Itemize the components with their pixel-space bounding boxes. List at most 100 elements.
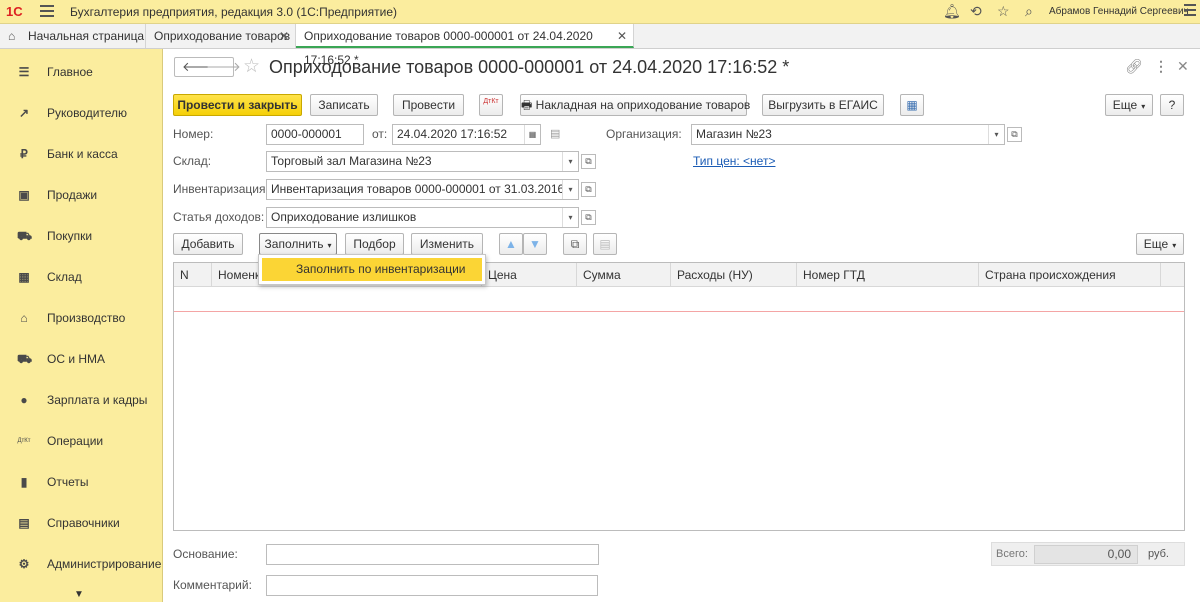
favorites-icon[interactable]: ☆ — [997, 3, 1010, 20]
comment-label: Комментарий: — [173, 578, 252, 592]
favorite-star-icon[interactable]: ☆ — [243, 55, 260, 78]
sidebar-item-manager[interactable]: ↗ Руководителю — [0, 98, 162, 128]
save-button[interactable]: Записать — [310, 94, 378, 116]
calendar-icon[interactable]: ▦ — [524, 125, 540, 144]
chevron-down-icon[interactable]: ▾ — [562, 208, 578, 227]
forward-arrow-icon[interactable]: 🡒 — [206, 59, 241, 75]
tab-receipts-list[interactable]: Оприходование товаров ✕ — [146, 24, 296, 48]
currency-label: руб. — [1148, 548, 1169, 560]
goods-table[interactable]: N Номенк Цена Сумма Расходы (НУ) Номер Г… — [173, 262, 1185, 531]
comment-field[interactable] — [266, 575, 598, 596]
table-more-button[interactable]: Еще ▾ — [1136, 233, 1184, 255]
sidebar-item-operations[interactable]: ДтКт Операции — [0, 426, 162, 456]
column-header[interactable]: Расходы (НУ) — [671, 263, 797, 287]
tab-home[interactable]: ⌂ Начальная страница — [0, 24, 146, 48]
open-icon[interactable]: ⧉ — [1007, 127, 1022, 142]
more-button[interactable]: Еще ▾ — [1105, 94, 1153, 116]
basis-field[interactable] — [266, 544, 599, 565]
warehouse-label: Склад: — [173, 154, 212, 168]
sidebar-item-label: Главное — [47, 65, 93, 79]
document-icon[interactable]: ▤ — [550, 127, 560, 140]
upload-egais-button[interactable]: Выгрузить в ЕГАИС — [762, 94, 884, 116]
number-field[interactable]: 0000-000001 — [266, 124, 364, 145]
tab-receipt-document[interactable]: Оприходование товаров 0000-000001 от 24.… — [296, 24, 634, 67]
more-vertical-icon[interactable]: ⋮ — [1154, 58, 1168, 75]
chevron-down-icon[interactable]: ▾ — [562, 152, 578, 171]
dtkt-button[interactable]: ДтКт — [479, 94, 503, 116]
search-icon[interactable]: ⌕ — [1025, 3, 1033, 20]
inventory-field[interactable]: Инвентаризация товаров 0000-000001 от 31… — [266, 179, 579, 200]
total-value: 0,00 — [1034, 545, 1138, 564]
sidebar-item-warehouse[interactable]: ▦ Склад — [0, 262, 162, 292]
total-panel: Всего: 0,00 руб. — [991, 542, 1185, 566]
sidebar-item-label: Руководителю — [47, 106, 128, 120]
copy-rows-icon[interactable]: ⧉ — [563, 233, 587, 255]
change-button[interactable]: Изменить — [411, 233, 483, 255]
income-item-field[interactable]: Оприходование излишков ▾ — [266, 207, 579, 228]
history-icon[interactable]: ⟲ — [970, 3, 982, 20]
ruble-icon: ₽ — [20, 147, 28, 161]
menu-icon: ☰ — [18, 65, 30, 79]
settings-menu-icon[interactable] — [1184, 4, 1196, 19]
link-icon[interactable]: 🔗︎ — [1125, 58, 1143, 75]
chevron-down-icon[interactable]: ▾ — [988, 125, 1004, 144]
sidebar-item-directories[interactable]: ▤ Справочники — [0, 508, 162, 538]
sidebar-item-label: Банк и касса — [47, 147, 118, 161]
close-icon[interactable]: ✕ — [279, 24, 289, 48]
structure-icon[interactable]: ▦ — [900, 94, 924, 116]
title-bar: 1С Бухгалтерия предприятия, редакция 3.0… — [0, 0, 1200, 24]
chevron-down-icon: ▾ — [1172, 241, 1177, 250]
main-menu-icon[interactable] — [40, 5, 54, 17]
column-header[interactable]: Цена — [482, 263, 577, 287]
date-field[interactable]: 24.04.2020 17:16:52 ▦ — [392, 124, 541, 145]
sidebar-item-sales[interactable]: ▣ Продажи — [0, 180, 162, 210]
sidebar-item-main[interactable]: ☰ Главное — [0, 57, 162, 87]
book-icon: ▤ — [18, 516, 30, 530]
sidebar-item-admin[interactable]: ⚙ Администрирование — [0, 549, 162, 579]
sidebar-item-production[interactable]: ⌂ Производство — [0, 303, 162, 333]
scroll-down-icon[interactable]: ▼ — [74, 589, 84, 600]
help-button[interactable]: ? — [1160, 94, 1184, 116]
sidebar-item-label: Операции — [47, 434, 104, 448]
sidebar-item-label: Зарплата и кадры — [47, 393, 148, 407]
sidebar-item-assets[interactable]: ⛟ ОС и НМА — [0, 344, 162, 374]
open-icon[interactable]: ⧉ — [581, 182, 596, 197]
print-waybill-button[interactable]: 🖶︎ Накладная на оприходование товаров — [520, 94, 750, 116]
post-and-close-button[interactable]: Провести и закрыть — [173, 94, 302, 116]
print-waybill-label: Накладная на оприходование товаров — [535, 98, 751, 112]
pick-button[interactable]: Подбор — [345, 233, 404, 255]
sidebar-item-label: Склад — [47, 270, 82, 284]
column-header[interactable]: Сумма — [577, 263, 671, 287]
app-title: Бухгалтерия предприятия, редакция 3.0 (1… — [70, 5, 398, 19]
organization-value: Магазин №23 — [696, 127, 772, 141]
sidebar-item-purchases[interactable]: ⛟ Покупки — [0, 221, 162, 251]
warehouse-field[interactable]: Торговый зал Магазина №23 ▾ — [266, 151, 579, 172]
more-label: Еще — [1143, 237, 1169, 251]
paste-rows-icon[interactable]: ▤ — [593, 233, 617, 255]
income-item-label: Статья доходов: — [173, 210, 265, 224]
sidebar-item-label: Администрирование — [47, 557, 162, 571]
sidebar-item-reports[interactable]: ▮ Отчеты — [0, 467, 162, 497]
column-header[interactable]: N — [174, 263, 212, 287]
close-icon[interactable]: ✕ — [1177, 58, 1189, 75]
post-button[interactable]: Провести — [393, 94, 464, 116]
move-down-icon[interactable]: ▼ — [523, 233, 547, 255]
price-type-link[interactable]: Тип цен: <нет> — [693, 154, 775, 168]
chevron-down-icon[interactable]: ▾ — [562, 180, 578, 199]
sidebar-item-bank[interactable]: ₽ Банк и касса — [0, 139, 162, 169]
move-up-icon[interactable]: ▲ — [499, 233, 523, 255]
sidebar-item-salary[interactable]: ● Зарплата и кадры — [0, 385, 162, 415]
fill-button[interactable]: Заполнить ▾ — [259, 233, 337, 255]
tab-label: Оприходование товаров — [154, 29, 291, 43]
add-button[interactable]: Добавить — [173, 233, 243, 255]
user-name[interactable]: Абрамов Геннадий Сергеевич — [1049, 6, 1189, 17]
organization-field[interactable]: Магазин №23 ▾ — [691, 124, 1005, 145]
open-icon[interactable]: ⧉ — [581, 210, 596, 225]
notifications-icon[interactable]: 🔔︎ — [943, 3, 961, 20]
column-header[interactable]: Страна происхождения — [979, 263, 1161, 287]
fill-by-inventory-item[interactable]: Заполнить по инвентаризации — [262, 258, 482, 281]
column-header[interactable]: Номер ГТД — [797, 263, 979, 287]
close-icon[interactable]: ✕ — [617, 24, 627, 48]
open-icon[interactable]: ⧉ — [581, 154, 596, 169]
sidebar-item-label: Продажи — [47, 188, 98, 202]
